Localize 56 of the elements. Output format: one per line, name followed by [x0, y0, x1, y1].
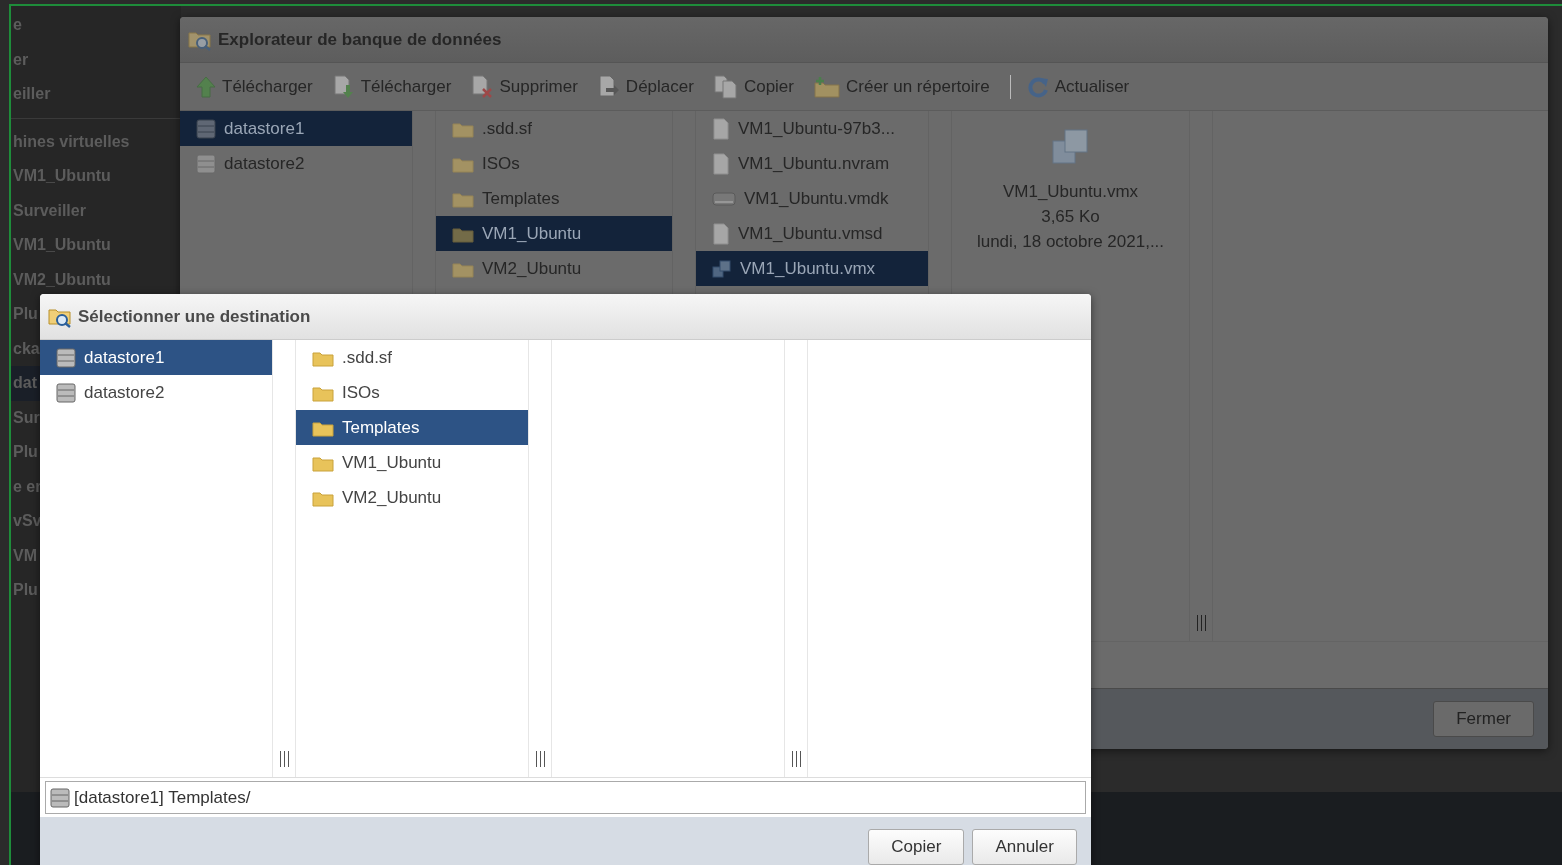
- close-button[interactable]: Fermer: [1433, 701, 1534, 737]
- toolbar-button[interactable]: Déplacer: [597, 73, 704, 100]
- vm-file-icon: [1050, 127, 1091, 167]
- datastore-icon: [56, 347, 76, 368]
- resize-grip-icon[interactable]: [279, 751, 289, 767]
- list-item[interactable]: VM2_Ubuntu: [296, 480, 528, 515]
- resize-grip-icon[interactable]: [535, 751, 545, 767]
- toolbar-button[interactable]: Supprimer: [471, 73, 588, 100]
- list-item[interactable]: datastore2: [180, 146, 412, 181]
- copy-button[interactable]: Copier: [868, 829, 965, 865]
- list-item[interactable]: .sdd.sf: [296, 340, 528, 375]
- list-item[interactable]: VM1_Ubuntu.nvram: [696, 146, 928, 181]
- new-folder-icon: [814, 75, 840, 98]
- file-icon: [712, 152, 730, 175]
- datastore-icon: [196, 118, 216, 139]
- toolbar-button[interactable]: Actualiser: [1026, 73, 1140, 100]
- copy-icon: [713, 74, 738, 99]
- resize-grip-icon[interactable]: [1196, 615, 1206, 631]
- path-field[interactable]: [datastore1] Templates/: [45, 781, 1086, 814]
- datastore-icon: [50, 787, 70, 808]
- delete-file-icon: [471, 74, 494, 99]
- datastore-icon: [196, 153, 216, 174]
- list-item[interactable]: datastore1: [40, 340, 272, 375]
- toolbar-button[interactable]: Télécharger: [332, 73, 462, 100]
- list-item[interactable]: VM1_Ubuntu.vmsd: [696, 216, 928, 251]
- upload-arrow-icon: [196, 75, 216, 98]
- list-item[interactable]: VM1_Ubuntu-97b3...: [696, 111, 928, 146]
- window-title: Explorateur de banque de données: [218, 28, 502, 51]
- download-file-icon: [332, 74, 355, 99]
- cancel-button[interactable]: Annuler: [972, 829, 1077, 865]
- datastore-icon: [56, 382, 76, 403]
- toolbar-button[interactable]: Télécharger: [196, 73, 323, 100]
- file-name: VM1_Ubuntu.vmx: [1002, 181, 1139, 203]
- list-item[interactable]: .sdd.sf: [436, 111, 672, 146]
- list-item[interactable]: VM2_Ubuntu: [436, 251, 672, 286]
- file-date: lundi, 18 octobre 2021,...: [976, 231, 1165, 253]
- resize-grip-icon[interactable]: [791, 751, 801, 767]
- move-file-icon: [597, 74, 620, 99]
- list-item[interactable]: VM1_Ubuntu: [296, 445, 528, 480]
- list-item[interactable]: ISOs: [296, 375, 528, 410]
- toolbar-button[interactable]: Créer un répertoire: [814, 73, 1000, 100]
- list-item[interactable]: datastore1: [180, 111, 412, 146]
- list-item[interactable]: VM1_Ubuntu.vmdk: [696, 181, 928, 216]
- list-item[interactable]: Templates: [436, 181, 672, 216]
- refresh-icon: [1026, 75, 1049, 98]
- list-item[interactable]: VM1_Ubuntu: [436, 216, 672, 251]
- toolbar-button[interactable]: Copier: [713, 73, 804, 100]
- vm-file-icon: [712, 258, 732, 279]
- list-item[interactable]: datastore2: [40, 375, 272, 410]
- file-icon: [712, 222, 730, 245]
- file-icon: [712, 117, 730, 140]
- file-size: 3,65 Ko: [1041, 206, 1100, 228]
- list-item[interactable]: Templates: [296, 410, 528, 445]
- list-item[interactable]: ISOs: [436, 146, 672, 181]
- dialog-title: Sélectionner une destination: [78, 305, 311, 328]
- list-item[interactable]: VM1_Ubuntu.vmx: [696, 251, 928, 286]
